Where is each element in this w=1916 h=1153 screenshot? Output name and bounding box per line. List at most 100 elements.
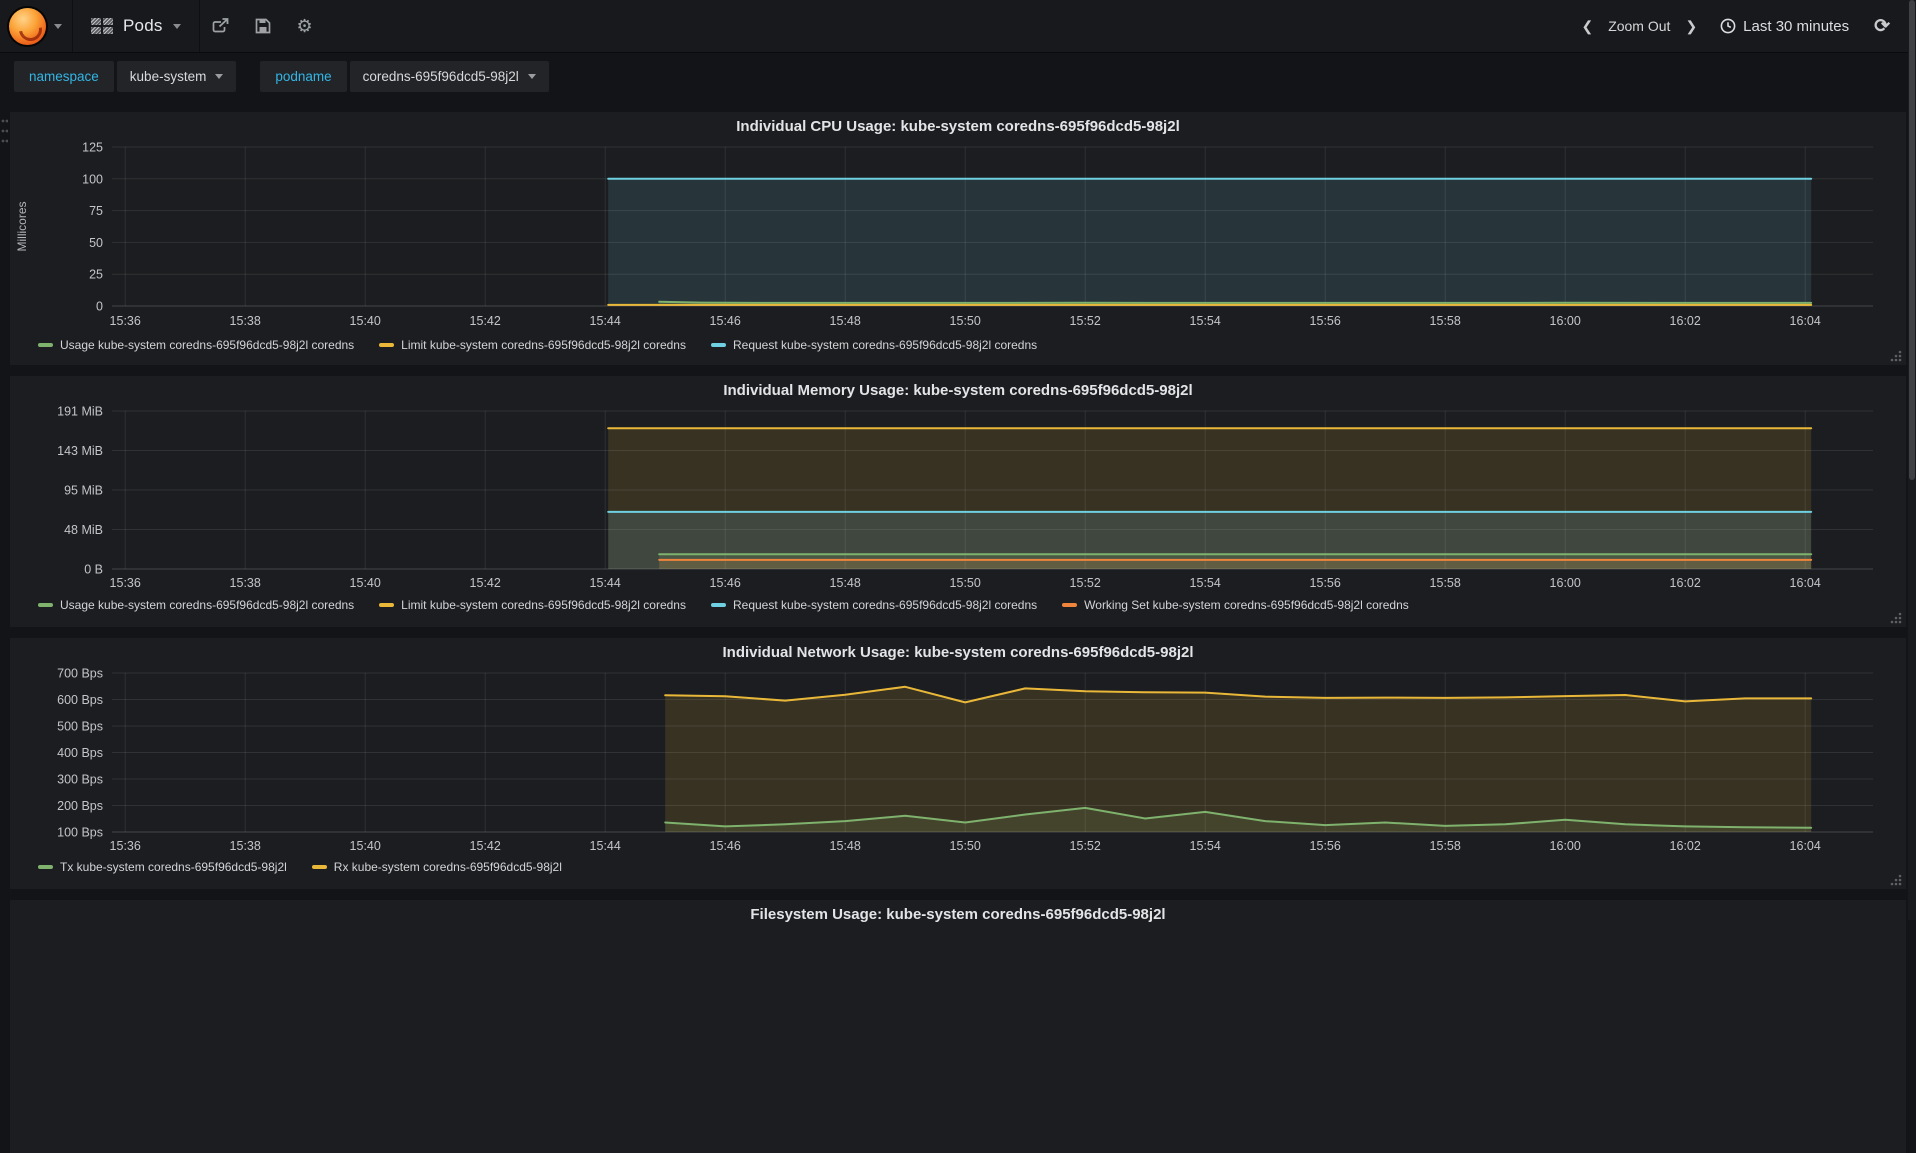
panel-cpu-usage: Individual CPU Usage: kube-system coredn… xyxy=(10,112,1906,365)
svg-text:15:54: 15:54 xyxy=(1190,314,1221,328)
row-drag-handle[interactable] xyxy=(1,118,8,150)
chevron-down-icon xyxy=(215,73,224,79)
svg-text:15:42: 15:42 xyxy=(470,576,501,590)
legend-label: Request kube-system coredns-695f96dcd5-9… xyxy=(732,338,1038,352)
svg-text:15:56: 15:56 xyxy=(1310,314,1341,328)
svg-text:100: 100 xyxy=(82,172,103,186)
panel-title[interactable]: Filesystem Usage: kube-system coredns-69… xyxy=(10,903,1906,927)
share-button[interactable] xyxy=(200,0,242,52)
legend-item[interactable]: Request kube-system coredns-695f96dcd5-9… xyxy=(710,598,1038,612)
panel-network-usage: Individual Network Usage: kube-system co… xyxy=(10,638,1906,889)
svg-text:16:00: 16:00 xyxy=(1550,314,1581,328)
time-shift-forward-button[interactable]: ❯ xyxy=(1685,19,1697,33)
settings-button[interactable]: ⚙ xyxy=(284,0,326,52)
svg-text:16:04: 16:04 xyxy=(1790,576,1821,590)
svg-text:15:52: 15:52 xyxy=(1070,314,1101,328)
svg-text:15:56: 15:56 xyxy=(1310,839,1341,853)
svg-text:15:44: 15:44 xyxy=(590,576,621,590)
svg-text:15:38: 15:38 xyxy=(230,576,261,590)
chevron-down-icon xyxy=(172,23,181,29)
save-button[interactable] xyxy=(242,0,284,52)
panel-resize-handle[interactable] xyxy=(1889,873,1902,886)
panel-memory-usage: Individual Memory Usage: kube-system cor… xyxy=(10,376,1906,627)
panel-title[interactable]: Individual CPU Usage: kube-system coredn… xyxy=(10,115,1906,139)
svg-text:16:02: 16:02 xyxy=(1670,576,1701,590)
svg-text:15:54: 15:54 xyxy=(1190,839,1221,853)
legend-label: Request kube-system coredns-695f96dcd5-9… xyxy=(732,598,1038,612)
variable-value-text: kube-system xyxy=(129,68,207,84)
network-usage-chart[interactable]: 100 Bps 200 Bps 300 Bps 400 Bps 500 Bps 600 B… xyxy=(10,665,1906,857)
gear-icon: ⚙ xyxy=(296,16,313,36)
svg-text:15:50: 15:50 xyxy=(950,576,981,590)
svg-text:0 B: 0 B xyxy=(84,563,103,577)
time-range-picker[interactable]: Last 30 minutes xyxy=(1720,18,1849,35)
template-variable-row: namespace kube-system podname coredns-69… xyxy=(0,52,1916,100)
legend: Tx kube-system coredns-695f96dcd5-98j2l R… xyxy=(38,860,562,874)
legend: Usage kube-system coredns-695f96dcd5-98j… xyxy=(38,598,1409,612)
save-icon xyxy=(255,18,270,34)
svg-text:16:04: 16:04 xyxy=(1790,839,1821,853)
legend-color-dash xyxy=(710,603,726,607)
svg-text:15:46: 15:46 xyxy=(710,314,741,328)
panel-title[interactable]: Individual Memory Usage: kube-system cor… xyxy=(10,379,1906,403)
navbar: Pods ⚙ ❮ Zoom Out ❯ Last 30 minutes ⟳ xyxy=(0,0,1916,53)
cpu-usage-chart[interactable]: 0 25 50 75 100 125 15:36 15:38 15:40 15:42 15:44 15… xyxy=(10,139,1906,335)
legend-item[interactable]: Tx kube-system coredns-695f96dcd5-98j2l xyxy=(38,860,287,874)
svg-text:15:46: 15:46 xyxy=(710,576,741,590)
grafana-logo-icon[interactable] xyxy=(9,7,46,45)
svg-text:15:38: 15:38 xyxy=(230,839,261,853)
variable-value-namespace[interactable]: kube-system xyxy=(116,60,237,92)
svg-text:15:38: 15:38 xyxy=(230,314,261,328)
svg-text:75: 75 xyxy=(89,204,103,218)
svg-text:Millicores: Millicores xyxy=(15,201,29,251)
legend-color-dash xyxy=(379,603,395,607)
time-shift-back-button[interactable]: ❮ xyxy=(1581,19,1593,33)
svg-text:0: 0 xyxy=(96,300,103,314)
legend-color-dash xyxy=(38,603,53,607)
svg-text:15:36: 15:36 xyxy=(110,576,141,590)
panel-title[interactable]: Individual Network Usage: kube-system co… xyxy=(10,641,1906,665)
svg-text:16:00: 16:00 xyxy=(1550,576,1581,590)
legend-label: Rx kube-system coredns-695f96dcd5-98j2l xyxy=(333,860,562,874)
svg-text:191 MiB: 191 MiB xyxy=(57,405,103,419)
legend-color-dash xyxy=(38,343,53,347)
legend-label: Limit kube-system coredns-695f96dcd5-98j… xyxy=(401,598,686,612)
chevron-down-icon xyxy=(527,73,536,79)
svg-text:15:52: 15:52 xyxy=(1070,839,1101,853)
legend-item[interactable]: Usage kube-system coredns-695f96dcd5-98j… xyxy=(38,338,354,352)
svg-text:200 Bps: 200 Bps xyxy=(57,799,103,813)
svg-text:15:58: 15:58 xyxy=(1430,314,1461,328)
svg-text:15:36: 15:36 xyxy=(110,839,141,853)
legend-item[interactable]: Request kube-system coredns-695f96dcd5-9… xyxy=(710,338,1038,352)
svg-text:15:52: 15:52 xyxy=(1070,576,1101,590)
scrollbar-track[interactable] xyxy=(1908,0,1916,920)
legend-label: Tx kube-system coredns-695f96dcd5-98j2l xyxy=(60,860,287,874)
legend-item[interactable]: Limit kube-system coredns-695f96dcd5-98j… xyxy=(379,598,686,612)
panel-resize-handle[interactable] xyxy=(1889,349,1902,362)
scrollbar-thumb[interactable] xyxy=(1909,0,1915,480)
legend-color-dash xyxy=(311,865,327,869)
variable-value-podname[interactable]: coredns-695f96dcd5-98j2l xyxy=(349,60,549,92)
panel-filesystem-usage: Filesystem Usage: kube-system coredns-69… xyxy=(10,900,1906,1153)
legend-item[interactable]: Limit kube-system coredns-695f96dcd5-98j… xyxy=(379,338,686,352)
svg-text:15:48: 15:48 xyxy=(830,314,861,328)
legend-item[interactable]: Rx kube-system coredns-695f96dcd5-98j2l xyxy=(311,860,562,874)
svg-text:100 Bps: 100 Bps xyxy=(57,826,103,840)
legend-item[interactable]: Working Set kube-system coredns-695f96dc… xyxy=(1062,598,1409,612)
svg-text:15:58: 15:58 xyxy=(1430,839,1461,853)
svg-text:16:04: 16:04 xyxy=(1790,314,1821,328)
svg-text:500 Bps: 500 Bps xyxy=(57,720,103,734)
panel-resize-handle[interactable] xyxy=(1889,611,1902,624)
svg-text:15:44: 15:44 xyxy=(590,839,621,853)
svg-text:15:50: 15:50 xyxy=(950,839,981,853)
dashboard-picker[interactable]: Pods xyxy=(73,0,199,52)
svg-text:15:40: 15:40 xyxy=(350,576,381,590)
memory-usage-chart[interactable]: 0 B 48 MiB 95 MiB 143 MiB 191 MiB 15:36 15:38 1… xyxy=(10,403,1906,595)
chevron-down-icon xyxy=(54,23,62,29)
refresh-button[interactable]: ⟳ xyxy=(1874,17,1890,36)
grafana-menu[interactable] xyxy=(0,0,72,52)
svg-text:143 MiB: 143 MiB xyxy=(57,444,103,458)
zoom-out-button[interactable]: Zoom Out xyxy=(1608,18,1670,34)
legend-item[interactable]: Usage kube-system coredns-695f96dcd5-98j… xyxy=(38,598,354,612)
svg-text:300 Bps: 300 Bps xyxy=(57,773,103,787)
